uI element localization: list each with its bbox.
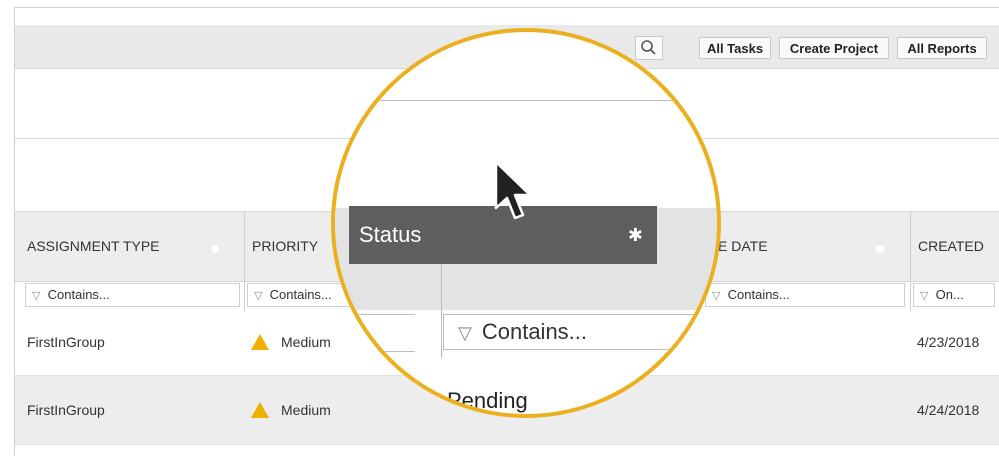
- divider: [380, 100, 680, 101]
- filter-assignment-type[interactable]: ▽ Contains...: [25, 283, 240, 307]
- column-header-priority[interactable]: PRIORITY: [252, 238, 318, 254]
- column-separator: [244, 211, 245, 311]
- cell-assignment-type: FirstInGroup: [27, 334, 105, 350]
- cell-priority: Medium: [251, 402, 331, 418]
- column-header-due-date[interactable]: E DATE: [718, 238, 768, 254]
- mouse-pointer-icon: [494, 160, 532, 220]
- magnifier-callout: Status ✱ ▽ Contains... Pending: [331, 28, 721, 418]
- filter-status[interactable]: ▽ Contains...: [443, 314, 717, 350]
- column-settings-icon[interactable]: [211, 245, 219, 253]
- filter-icon: ▽: [254, 290, 263, 302]
- cell-created: 4/23/2018: [917, 334, 980, 350]
- column-settings-icon[interactable]: [876, 245, 884, 253]
- filter-icon: ▽: [458, 323, 472, 343]
- warning-icon: [251, 334, 269, 350]
- warning-icon: [251, 402, 269, 418]
- gear-icon[interactable]: ✱: [628, 206, 643, 264]
- magnified-filter-cell: [335, 314, 415, 352]
- filter-icon: ▽: [32, 290, 41, 302]
- filter-icon: ▽: [920, 290, 929, 302]
- cell-assignment-type: FirstInGroup: [27, 402, 105, 418]
- filter-due-date[interactable]: ▽ Contains...: [705, 283, 905, 307]
- filter-created[interactable]: ▽ On...: [913, 283, 995, 307]
- column-header-created[interactable]: CREATED: [918, 238, 984, 254]
- status-value: Pending: [447, 388, 528, 413]
- row-divider: [15, 444, 999, 445]
- cell-priority: Medium: [251, 334, 331, 350]
- create-project-button[interactable]: Create Project: [779, 37, 889, 59]
- column-separator: [910, 211, 911, 311]
- all-reports-button[interactable]: All Reports: [897, 37, 987, 59]
- column-header-assignment-type[interactable]: ASSIGNMENT TYPE: [27, 238, 160, 254]
- cell-created: 4/24/2018: [917, 402, 980, 418]
